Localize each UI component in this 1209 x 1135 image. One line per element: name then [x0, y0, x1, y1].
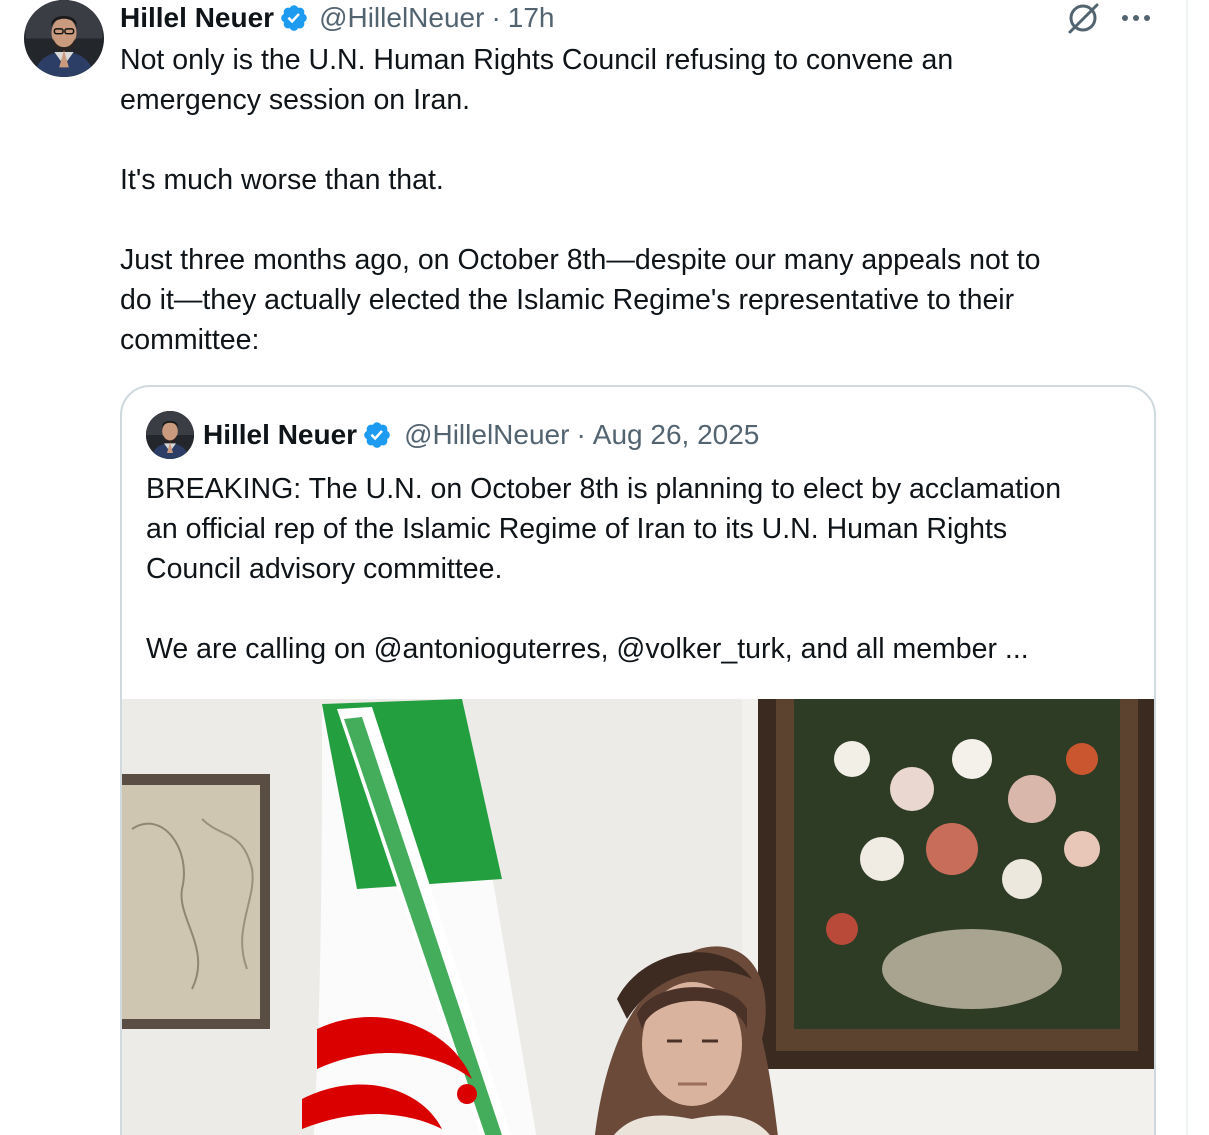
separator-dot: ·: [576, 419, 586, 450]
post-text-line: [120, 200, 1160, 240]
post-text-line: Not only is the U.N. Human Rights Counci…: [120, 44, 954, 76]
quoted-post[interactable]: Hillel Neuer @HillelNeuer · Aug 26, 2025…: [120, 385, 1156, 1135]
quoted-text-line: We are calling on @antonioguterres, @vol…: [146, 633, 1029, 665]
author-handle[interactable]: @HillelNeuer: [319, 2, 484, 34]
timeline-divider: [1186, 0, 1188, 1135]
quoted-post-header: Hillel Neuer @HillelNeuer · Aug 26, 2025: [146, 409, 759, 461]
post-text-line: [120, 120, 1160, 160]
post-text: Not only is the U.N. Human Rights Counci…: [120, 40, 1160, 360]
quoted-post-date: Aug 26, 2025: [592, 419, 760, 450]
wall-map: [122, 774, 270, 1029]
flower-painting: [758, 699, 1154, 1069]
quoted-author-handle: @HillelNeuer: [404, 419, 570, 450]
quoted-author-avatar: [146, 411, 194, 459]
quoted-text-line: [146, 589, 1136, 629]
quoted-text-line: an official rep of the Islamic Regime of…: [146, 513, 1008, 545]
post-text-line: do it—they actually elected the Islamic …: [120, 284, 1015, 316]
verified-badge-icon: [281, 5, 307, 31]
post-text-line: committee:: [120, 324, 260, 356]
quoted-post-photo[interactable]: [122, 699, 1154, 1135]
post-text-line: It's much worse than that.: [120, 164, 444, 196]
quoted-text-line: BREAKING: The U.N. on October 8th is pla…: [146, 473, 1062, 505]
quoted-text-line: Council advisory committee.: [146, 553, 503, 585]
post-text-line: emergency session on Iran.: [120, 84, 471, 116]
quoted-post-text: BREAKING: The U.N. on October 8th is pla…: [146, 469, 1136, 669]
quoted-author-name: Hillel Neuer: [203, 419, 358, 450]
author-avatar[interactable]: [24, 0, 104, 77]
post-time[interactable]: 17h: [508, 2, 555, 34]
post-text-line: Just three months ago, on October 8th—de…: [120, 244, 1041, 276]
separator-dot: ·: [491, 2, 501, 33]
grok-icon[interactable]: [1064, 1, 1102, 35]
more-options-icon[interactable]: [1118, 8, 1154, 28]
tweet-view: Hillel Neuer @HillelNeuer · 17h Not only…: [0, 0, 1209, 1135]
post-header: Hillel Neuer @HillelNeuer · 17h: [120, 0, 554, 36]
author-name[interactable]: Hillel Neuer: [120, 2, 274, 34]
verified-badge-icon: [364, 422, 390, 448]
